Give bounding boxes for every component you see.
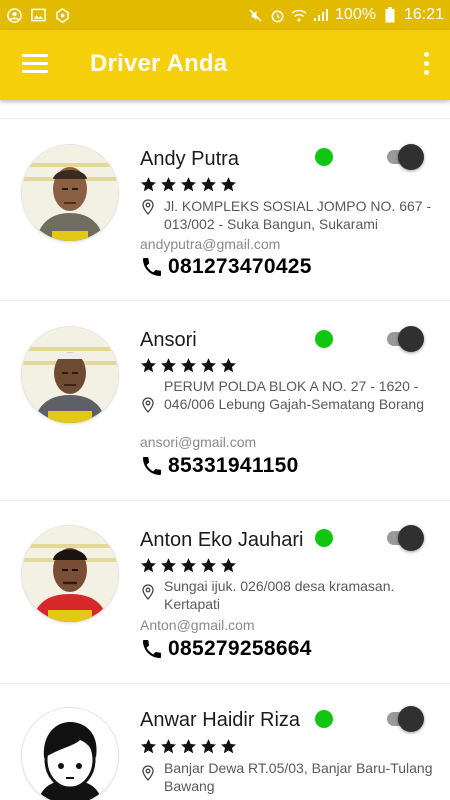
driver-card[interactable]: Andy Putra Jl. KOMPLEKS SOSIAL JOMPO NO.… — [0, 119, 450, 301]
driver-address: Jl. KOMPLEKS SOSIAL JOMPO NO. 667 - 013/… — [164, 198, 432, 232]
star-icon — [221, 739, 236, 754]
app-notification-icon — [54, 7, 70, 23]
star-icon — [201, 558, 216, 573]
star-icon — [141, 358, 156, 373]
driver-photo — [22, 708, 118, 800]
driver-card[interactable]: Anton Eko Jauhari Sungai ijuk. 026/008 d… — [0, 501, 450, 684]
star-icon — [141, 739, 156, 754]
online-status-dot — [315, 529, 333, 547]
location-pin-icon — [142, 765, 154, 781]
account-circle-icon — [6, 7, 22, 23]
driver-photo — [22, 327, 118, 423]
star-icon — [181, 358, 196, 373]
driver-name: Anton Eko Jauhari — [140, 529, 304, 551]
driver-list[interactable]: Andy Putra Jl. KOMPLEKS SOSIAL JOMPO NO.… — [0, 118, 450, 800]
star-icon — [201, 358, 216, 373]
driver-card[interactable]: Ansori PERUM POLDA BLOK A NO. 27 - 1620 … — [0, 301, 450, 501]
driver-email: Anton@gmail.com — [140, 617, 255, 633]
phone-row[interactable]: 081273470425 — [140, 255, 312, 279]
star-icon — [221, 558, 236, 573]
driver-phone: 85331941150 — [168, 454, 299, 477]
star-icon — [201, 177, 216, 192]
star-icon — [181, 739, 196, 754]
signal-icon — [313, 7, 329, 23]
driver-address: PERUM POLDA BLOK A NO. 27 - 1620 - 046/0… — [164, 378, 424, 412]
alarm-icon — [269, 7, 285, 23]
rating-stars — [140, 176, 237, 193]
driver-active-toggle[interactable] — [385, 143, 425, 171]
star-icon — [141, 177, 156, 192]
battery-icon — [382, 7, 398, 23]
phone-icon — [143, 457, 161, 475]
driver-address: Sungai ijuk. 026/008 desa kramasan. Kert… — [164, 578, 395, 612]
clock: 16:21 — [403, 6, 444, 23]
status-bar: 100% 16:21 — [0, 0, 450, 30]
phone-row[interactable]: 085279258664 — [140, 637, 312, 661]
driver-phone: 085279258664 — [168, 637, 312, 660]
star-icon — [181, 177, 196, 192]
driver-name: Andy Putra — [140, 148, 239, 170]
page-title: Driver Anda — [90, 50, 228, 77]
driver-name: Ansori — [140, 329, 197, 351]
phone-icon — [143, 258, 161, 276]
wifi-icon — [291, 7, 307, 23]
online-status-dot — [315, 710, 333, 728]
battery-percent: 100% — [335, 6, 376, 23]
driver-active-toggle[interactable] — [385, 325, 425, 353]
online-status-dot — [315, 330, 333, 348]
mute-icon — [247, 7, 263, 23]
star-icon — [161, 558, 176, 573]
location-pin-icon — [142, 199, 154, 215]
star-icon — [221, 177, 236, 192]
driver-email: ansori@gmail.com — [140, 434, 257, 450]
location-pin-icon — [142, 397, 154, 413]
star-icon — [221, 358, 236, 373]
rating-stars — [140, 357, 237, 374]
driver-card[interactable]: Anwar Haidir Riza Banjar Dewa RT.05/03, … — [0, 684, 450, 800]
driver-photo — [22, 526, 118, 622]
image-icon — [30, 7, 46, 23]
driver-phone: 081273470425 — [168, 255, 312, 278]
more-vert-icon[interactable] — [422, 52, 430, 78]
driver-photo — [22, 145, 118, 241]
rating-stars — [140, 738, 237, 755]
star-icon — [161, 739, 176, 754]
star-icon — [141, 558, 156, 573]
star-icon — [161, 358, 176, 373]
rating-stars — [140, 557, 237, 574]
phone-icon — [143, 640, 161, 658]
driver-active-toggle[interactable] — [385, 705, 425, 733]
hamburger-menu-icon[interactable] — [22, 54, 48, 76]
star-icon — [201, 739, 216, 754]
app-bar: Driver Anda — [0, 30, 450, 100]
location-pin-icon — [142, 584, 154, 600]
driver-active-toggle[interactable] — [385, 524, 425, 552]
phone-row[interactable]: 85331941150 — [140, 454, 299, 478]
star-icon — [181, 558, 196, 573]
driver-address: Banjar Dewa RT.05/03, Banjar Baru-Tulang… — [164, 760, 433, 794]
driver-email: andyputra@gmail.com — [140, 236, 281, 252]
star-icon — [161, 177, 176, 192]
online-status-dot — [315, 148, 333, 166]
driver-name: Anwar Haidir Riza — [140, 709, 301, 731]
